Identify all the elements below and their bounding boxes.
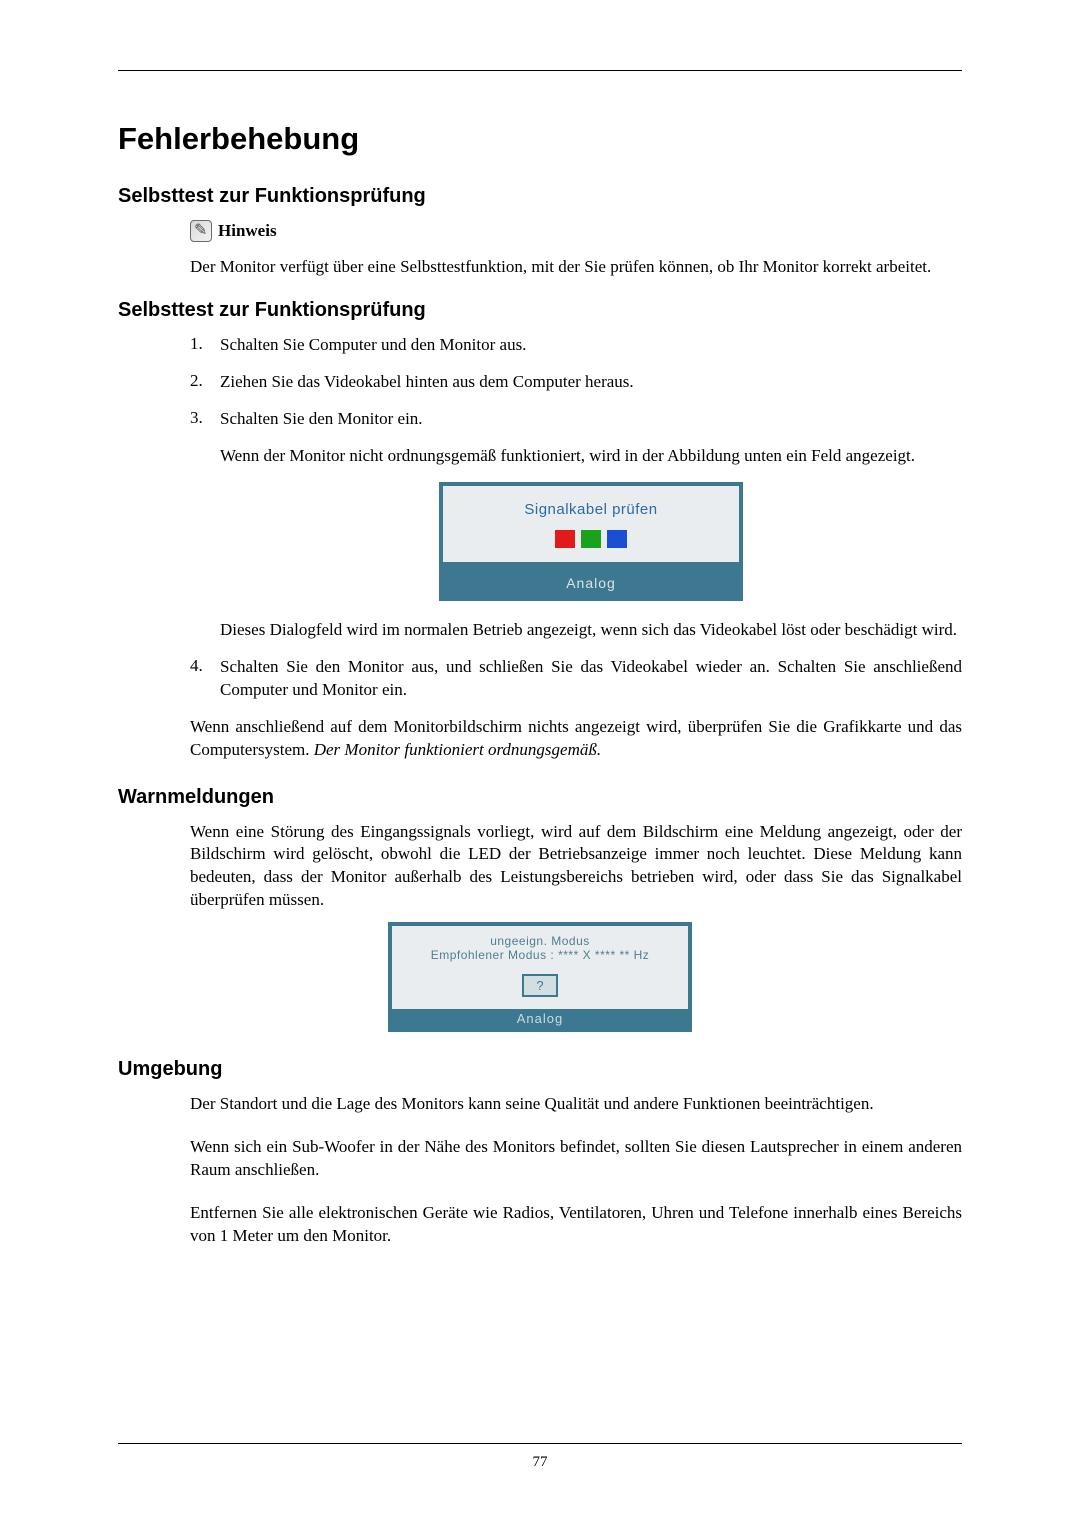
warnings-text: Wenn eine Störung des Eingangssignals vo… [190,821,962,913]
environment-p2: Wenn sich ein Sub-Woofer in der Nähe des… [190,1136,962,1182]
section2-trailer: Wenn anschließend auf dem Monitorbildsch… [190,716,962,762]
footer-horizontal-rule [118,1443,962,1444]
dialog-body: Signalkabel prüfen [443,486,739,562]
note-row: Hinweis [190,220,962,242]
ordered-list: 1. Schalten Sie Computer und den Monitor… [190,334,962,702]
list-item: 4. Schalten Sie den Monitor aus, und sch… [190,656,962,702]
list-number: 1. [190,334,220,357]
list-text: Ziehen Sie das Videokabel hinten aus dem… [220,371,962,394]
blue-square-icon [607,530,627,548]
list-text: Schalten Sie den Monitor ein. [220,408,962,431]
page-number: 77 [118,1454,962,1471]
list-content: Schalten Sie den Monitor ein. Wenn der M… [220,408,962,642]
list-item: 2. Ziehen Sie das Videokabel hinten aus … [190,371,962,394]
section-heading-warnings: Warnmeldungen [118,786,962,809]
color-squares-row [449,530,733,548]
page-title: Fehlerbehebung [118,121,962,157]
dialog-help-button: ? [522,974,557,997]
list-text: Schalten Sie Computer und den Monitor au… [220,334,962,357]
list-paragraph: Wenn der Monitor nicht ordnungsgemäß fun… [220,445,962,468]
list-item: 3. Schalten Sie den Monitor ein. Wenn de… [190,408,962,642]
page-footer: 77 [118,1443,962,1471]
section-heading-selftest-2: Selbsttest zur Funktionsprüfung [118,299,962,322]
page-content: Fehlerbehebung Selbsttest zur Funktionsp… [0,0,1080,1248]
signal-cable-dialog: Signalkabel prüfen Analog [439,482,743,601]
trailer-italic: Der Monitor funktioniert ordnungsgemäß. [314,740,601,759]
dialog-line-2: Empfohlener Modus : **** X **** ** Hz [398,948,682,962]
pencil-note-icon [190,220,212,242]
top-horizontal-rule [118,70,962,71]
list-paragraph: Dieses Dialogfeld wird im normalen Betri… [220,619,962,642]
note-label: Hinweis [218,221,277,241]
unsupported-mode-dialog: ungeeign. Modus Empfohlener Modus : ****… [388,922,692,1032]
list-number: 4. [190,656,220,702]
dialog-1-wrap: Signalkabel prüfen Analog [220,482,962,601]
list-number: 2. [190,371,220,394]
list-item: 1. Schalten Sie Computer und den Monitor… [190,334,962,357]
dialog-footer: Analog [392,1009,688,1028]
dialog-footer: Analog [443,570,739,597]
dialog-line-1: ungeeign. Modus [398,934,682,948]
environment-p3: Entfernen Sie alle elektronischen Geräte… [190,1202,962,1248]
dialog-body: ungeeign. Modus Empfohlener Modus : ****… [392,926,688,1009]
section-heading-environment: Umgebung [118,1058,962,1081]
environment-p1: Der Standort und die Lage des Monitors k… [190,1093,962,1116]
note-text: Der Monitor verfügt über eine Selbsttest… [190,256,962,279]
red-square-icon [555,530,575,548]
dialog-2-wrap: ungeeign. Modus Empfohlener Modus : ****… [118,922,962,1032]
list-text: Schalten Sie den Monitor aus, und schlie… [220,656,962,702]
green-square-icon [581,530,601,548]
section-heading-selftest-1: Selbsttest zur Funktionsprüfung [118,185,962,208]
list-number: 3. [190,408,220,642]
dialog-message: Signalkabel prüfen [449,500,733,520]
dialog-band [443,562,739,570]
